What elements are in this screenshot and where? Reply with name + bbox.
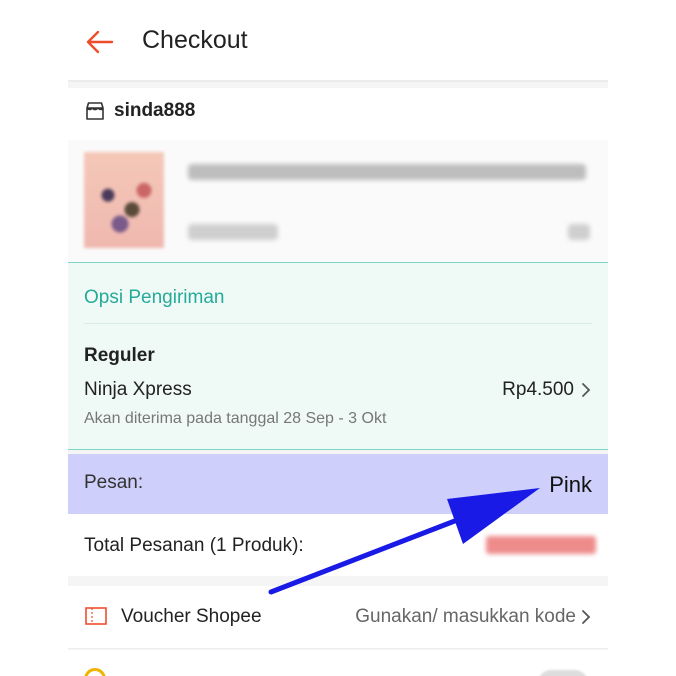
store-icon [86,102,104,120]
shop-header[interactable]: sinda888 [84,100,195,122]
shipping-eta: Akan diterima pada tanggal 28 Sep - 3 Ok… [84,410,387,427]
order-total-redacted [486,536,596,554]
arrow-left-icon [86,30,114,54]
voucher-label: Voucher Shopee [121,606,262,627]
back-button[interactable] [82,24,118,60]
shipping-service: Reguler [84,345,155,366]
chevron-right-icon [582,610,591,624]
message-field[interactable]: Pesan: Pink [68,454,608,514]
voucher-row[interactable]: Voucher Shopee Gunakan/ masukkan kode [68,586,608,649]
shop-section: sinda888 [68,88,608,262]
voucher-code-link[interactable]: Gunakan/ masukkan kode [355,606,592,628]
coins-row[interactable] [68,650,608,676]
shipping-options-title: Opsi Pengiriman [84,287,225,308]
app-header: Checkout [68,0,608,82]
message-label: Pesan: [84,472,144,493]
product-price-redacted [188,224,278,240]
shipping-price[interactable]: Rp4.500 [502,379,592,401]
checkout-screen: Checkout sinda888 Opsi Pengiriman Regule… [68,0,608,676]
page-title: Checkout [142,26,248,54]
product-title-redacted [188,164,586,180]
coins-toggle[interactable] [538,670,588,676]
shipping-carrier: Ninja Xpress [84,379,192,400]
shop-name: sinda888 [114,100,196,121]
voucher-ticket-icon [85,607,107,625]
order-total-row: Total Pesanan (1 Produk): [68,514,608,576]
shipping-price-value: Rp4.500 [502,379,574,400]
product-image [84,152,164,248]
divider [84,323,592,324]
shipping-options[interactable]: Opsi Pengiriman Reguler Ninja Xpress Rp4… [68,262,608,450]
order-total-label: Total Pesanan (1 Produk): [84,535,304,556]
coin-icon [84,668,106,676]
product-item[interactable] [68,140,608,262]
product-qty-redacted [568,224,590,240]
chevron-right-icon [582,383,591,397]
voucher-action-label: Gunakan/ masukkan kode [355,606,576,627]
message-input[interactable]: Pink [549,472,592,498]
